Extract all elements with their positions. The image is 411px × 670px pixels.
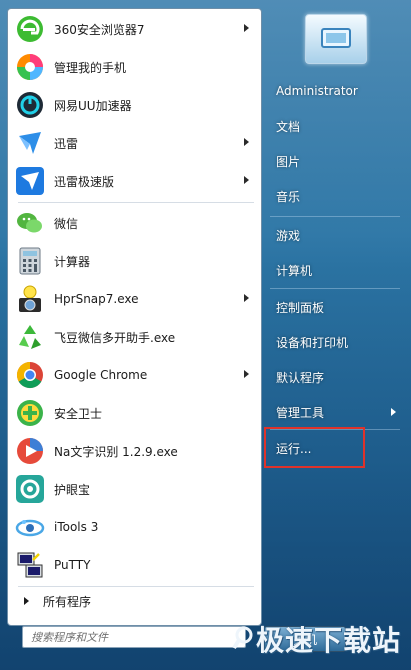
all-programs-label: 所有程序 <box>43 594 92 609</box>
program-label: 安全卫士 <box>54 406 103 421</box>
program-item-putty[interactable]: PuTTY <box>12 547 257 583</box>
program-label: 管理我的手机 <box>54 60 127 75</box>
chrome-icon <box>14 359 46 391</box>
expand-arrow-icon <box>24 597 29 605</box>
program-item-calculator[interactable]: 计算器 <box>12 243 257 279</box>
user-tile-icon <box>321 28 351 48</box>
program-label: 迅雷 <box>54 136 79 151</box>
pictures-link[interactable]: 图片 <box>268 146 402 176</box>
program-item-360-safeguard[interactable]: 安全卫士 <box>12 395 257 431</box>
right-item-label: 默认程序 <box>276 370 325 385</box>
program-label: 迅雷极速版 <box>54 174 115 189</box>
program-label: Na文字识别 1.2.9.exe <box>54 444 178 459</box>
program-label: 360安全浏览器7 <box>54 22 145 37</box>
right-item-label: 音乐 <box>276 189 301 204</box>
right-item-label: 管理工具 <box>276 405 325 420</box>
admin-tools-link[interactable]: 管理工具 <box>268 397 402 427</box>
right-item-label: 计算机 <box>276 263 313 278</box>
recycle-icon <box>14 321 46 353</box>
submenu-arrow-icon <box>244 176 249 184</box>
magnifier-watermark-icon <box>232 626 253 650</box>
computer-link[interactable]: 计算机 <box>268 255 402 285</box>
program-item-xunlei[interactable]: 迅雷 <box>12 125 257 161</box>
program-label: iTools 3 <box>54 520 99 534</box>
phone-manager-icon <box>14 51 46 83</box>
program-label: 微信 <box>54 216 79 231</box>
divider <box>18 586 254 587</box>
submenu-arrow-icon <box>391 408 396 416</box>
program-label: Google Chrome <box>54 368 148 382</box>
right-item-label: 游戏 <box>276 228 301 243</box>
right-item-label: 设备和打印机 <box>276 335 349 350</box>
program-label: 计算器 <box>54 254 91 269</box>
divider <box>270 216 400 217</box>
program-item-uu-accelerator[interactable]: 网易UU加速器 <box>12 87 257 123</box>
documents-link[interactable]: 文档 <box>268 111 402 141</box>
program-label: HprSnap7.exe <box>54 292 139 306</box>
right-item-label: 控制面板 <box>276 300 325 315</box>
control-panel-link[interactable]: 控制面板 <box>268 292 402 322</box>
putty-icon <box>14 549 46 581</box>
program-item-xunlei-express[interactable]: 迅雷极速版 <box>12 163 257 199</box>
calculator-icon <box>14 245 46 277</box>
program-item-itools[interactable]: iTools 3 <box>12 509 257 545</box>
program-item-360-browser[interactable]: 360安全浏览器7 <box>12 11 257 47</box>
search-box[interactable] <box>22 626 246 648</box>
watermark-text: 极速下载站 <box>256 624 402 657</box>
program-label: 护眼宝 <box>54 482 91 497</box>
submenu-arrow-icon <box>244 138 249 146</box>
user-name-link[interactable]: Administrator <box>268 76 402 106</box>
music-link[interactable]: 音乐 <box>268 181 402 211</box>
eye-care-icon <box>14 473 46 505</box>
itools-icon <box>14 511 46 543</box>
360-safeguard-icon <box>14 397 46 429</box>
watermark: 极速下载站 <box>232 618 401 660</box>
program-item-wechat[interactable]: 微信 <box>12 205 257 241</box>
ocr-play-icon <box>14 435 46 467</box>
submenu-arrow-icon <box>244 370 249 378</box>
divider <box>18 202 254 203</box>
games-link[interactable]: 游戏 <box>268 220 402 250</box>
program-item-ocr[interactable]: Na文字识别 1.2.9.exe <box>12 433 257 469</box>
default-programs-link[interactable]: 默认程序 <box>268 362 402 392</box>
program-item-phone-manager[interactable]: 管理我的手机 <box>12 49 257 85</box>
submenu-arrow-icon <box>244 24 249 32</box>
program-item-eye-care[interactable]: 护眼宝 <box>12 471 257 507</box>
wechat-icon <box>14 207 46 239</box>
user-picture[interactable] <box>305 14 367 64</box>
search-input[interactable] <box>29 627 223 647</box>
programs-pane: 360安全浏览器7 管理我的手机 网易UU加速器 迅雷 迅雷极速版 微信 计算器… <box>7 8 262 626</box>
right-item-label: Administrator <box>276 84 358 98</box>
program-item-feidou[interactable]: 飞豆微信多开助手.exe <box>12 319 257 355</box>
program-label: PuTTY <box>54 558 91 572</box>
devices-printers-link[interactable]: 设备和打印机 <box>268 327 402 357</box>
divider <box>270 288 400 289</box>
all-programs-button[interactable]: 所有程序 <box>12 589 257 613</box>
hypersnap-icon <box>14 283 46 315</box>
program-label: 网易UU加速器 <box>54 98 132 113</box>
program-item-hypersnap[interactable]: HprSnap7.exe <box>12 281 257 317</box>
run-highlight-box <box>264 427 365 468</box>
xunlei-icon <box>14 127 46 159</box>
xunlei-express-icon <box>14 165 46 197</box>
uu-accelerator-icon <box>14 89 46 121</box>
start-menu: 360安全浏览器7 管理我的手机 网易UU加速器 迅雷 迅雷极速版 微信 计算器… <box>0 0 411 670</box>
right-item-label: 图片 <box>276 154 301 169</box>
360-browser-icon <box>14 13 46 45</box>
right-item-label: 文档 <box>276 119 301 134</box>
program-label: 飞豆微信多开助手.exe <box>54 330 176 345</box>
program-item-chrome[interactable]: Google Chrome <box>12 357 257 393</box>
submenu-arrow-icon <box>244 294 249 302</box>
